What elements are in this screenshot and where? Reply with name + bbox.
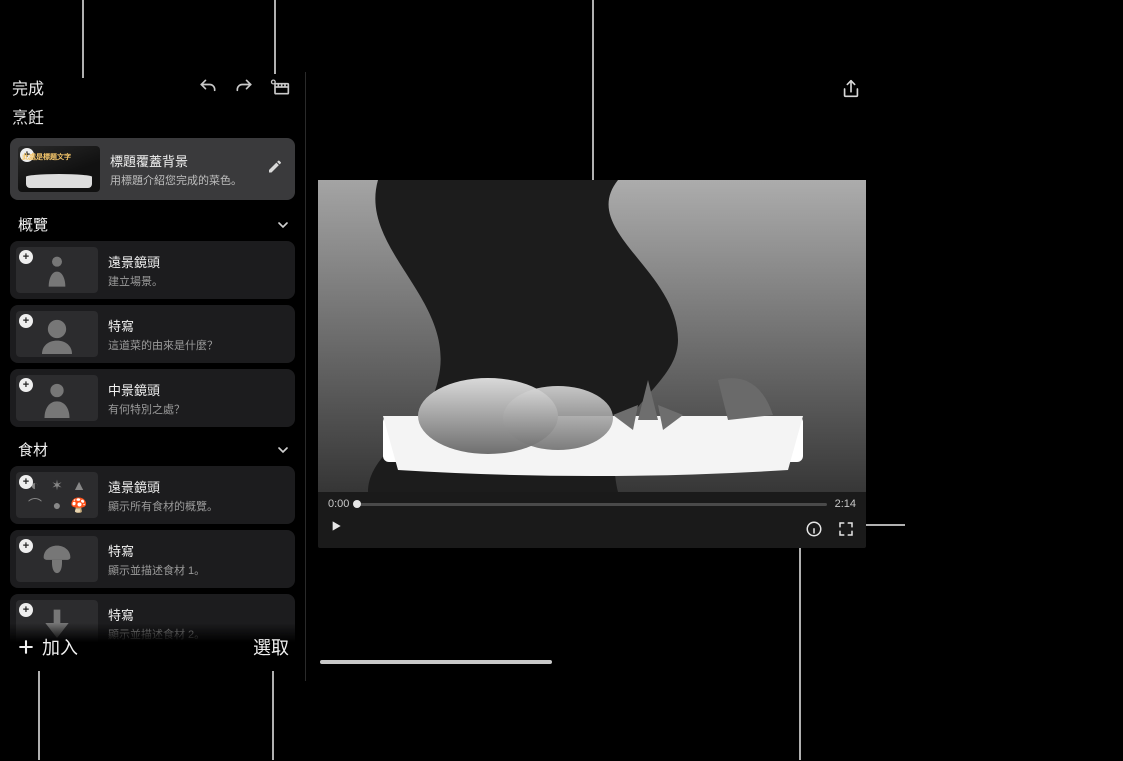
clip-thumbnail: + ◐✶▲ ⌒●🍄 xyxy=(16,472,98,518)
add-storyboard-clip-button[interactable] xyxy=(267,74,293,100)
select-button[interactable]: 選取 xyxy=(253,634,289,660)
clip-title: 特寫 xyxy=(108,541,289,560)
clip-subtitle: 這道菜的由來是什麼？ xyxy=(108,337,289,353)
clip-thumbnail: + xyxy=(16,247,98,293)
callout-line xyxy=(274,0,276,74)
undo-icon xyxy=(198,77,218,97)
silhouette-closeup-icon xyxy=(35,314,79,354)
preview-stage[interactable] xyxy=(318,180,866,492)
share-button[interactable] xyxy=(840,78,868,106)
preview-controls: 0:00 2:14 xyxy=(318,492,866,548)
shot-list-panel: 完成 烹飪 + 此處是標題文字 標題覆蓋背景 xyxy=(0,68,305,681)
mushroom-icon xyxy=(35,539,79,579)
callout-line xyxy=(82,0,84,78)
expand-icon xyxy=(837,520,855,538)
section-header-overview[interactable]: 概覽 xyxy=(10,208,295,241)
preview-illustration xyxy=(318,180,866,492)
fullscreen-button[interactable] xyxy=(836,519,856,539)
add-media-badge[interactable]: + xyxy=(19,475,33,489)
project-title: 烹飪 xyxy=(0,104,305,138)
clip-title: 特寫 xyxy=(108,605,289,624)
plus-icon xyxy=(16,637,36,657)
play-icon xyxy=(328,518,344,534)
scrubber-track[interactable] xyxy=(357,503,826,506)
clip-title: 特寫 xyxy=(108,316,289,335)
title-cover-info: 標題覆蓋背景 用標題介紹您完成的菜色。 xyxy=(110,151,287,188)
clip-title: 遠景鏡頭 xyxy=(108,477,289,496)
callout-line xyxy=(799,538,801,760)
add-media-badge[interactable]: + xyxy=(19,539,33,553)
chevron-down-icon xyxy=(275,442,291,458)
chevron-down-icon xyxy=(275,217,291,233)
play-button[interactable] xyxy=(328,518,344,539)
title-thumb-overlay: 此處是標題文字 xyxy=(22,152,71,162)
redo-icon xyxy=(234,77,254,97)
section-title: 概覽 xyxy=(18,214,48,235)
done-button[interactable]: 完成 xyxy=(12,75,44,99)
section-header-ingredients[interactable]: 食材 xyxy=(10,433,295,466)
clip-subtitle: 顯示所有食材的概覽。 xyxy=(108,498,289,514)
add-clip-icon xyxy=(270,77,290,97)
clip-subtitle: 有何特別之處？ xyxy=(108,401,289,417)
clip-row[interactable]: + 遠景鏡頭 建立場景。 xyxy=(10,241,295,299)
clip-list[interactable]: + 此處是標題文字 標題覆蓋背景 用標題介紹您完成的菜色。 概覽 + 遠景鏡頭 xyxy=(0,138,305,681)
title-cover-card[interactable]: + 此處是標題文字 標題覆蓋背景 用標題介紹您完成的菜色。 xyxy=(10,138,295,200)
add-media-badge[interactable]: + xyxy=(19,250,33,264)
add-media-badge[interactable]: + xyxy=(19,603,33,617)
clip-row[interactable]: + 特寫 這道菜的由來是什麼？ xyxy=(10,305,295,363)
silhouette-full-icon xyxy=(35,250,79,290)
clip-title: 中景鏡頭 xyxy=(108,380,289,399)
preview-player: 0:00 2:14 xyxy=(318,180,866,548)
clip-subtitle: 顯示並描述食材 1。 xyxy=(108,562,289,578)
clip-thumbnail: + xyxy=(16,375,98,421)
home-indicator xyxy=(320,660,552,664)
add-media-badge[interactable]: + xyxy=(19,378,33,392)
time-current: 0:00 xyxy=(328,498,349,510)
time-total: 2:14 xyxy=(835,498,856,510)
share-icon xyxy=(840,78,862,100)
clip-title: 遠景鏡頭 xyxy=(108,252,289,271)
clip-row[interactable]: + ◐✶▲ ⌒●🍄 遠景鏡頭 顯示所有食材的概覽。 xyxy=(10,466,295,524)
top-bar: 完成 xyxy=(0,68,305,104)
scrubber[interactable]: 0:00 2:14 xyxy=(328,496,856,512)
undo-button[interactable] xyxy=(195,74,221,100)
add-section-button[interactable]: 加入 xyxy=(16,634,78,660)
panel-divider xyxy=(305,72,306,681)
redo-button[interactable] xyxy=(231,74,257,100)
bottom-toolbar: 加入 選取 xyxy=(0,623,305,671)
clip-row[interactable]: + 中景鏡頭 有何特別之處？ xyxy=(10,369,295,427)
add-media-badge[interactable]: + xyxy=(19,314,33,328)
section-title: 食材 xyxy=(18,439,48,460)
ingredients-grid-icon: ◐✶▲ ⌒●🍄 xyxy=(25,476,89,514)
silhouette-medium-icon xyxy=(35,378,79,418)
clip-thumbnail: + xyxy=(16,536,98,582)
clip-info-button[interactable] xyxy=(804,519,824,539)
edit-title-button[interactable] xyxy=(267,159,283,180)
title-cover-thumbnail: + 此處是標題文字 xyxy=(18,146,100,192)
clip-row[interactable]: + 特寫 顯示並描述食材 1。 xyxy=(10,530,295,588)
callout-line xyxy=(592,0,594,195)
clip-subtitle: 建立場景。 xyxy=(108,273,289,289)
info-icon xyxy=(805,520,823,538)
add-label: 加入 xyxy=(42,634,78,660)
playhead[interactable] xyxy=(353,500,361,508)
pencil-icon xyxy=(267,159,283,175)
title-cover-subtitle: 用標題介紹您完成的菜色。 xyxy=(110,172,287,188)
clip-thumbnail: + xyxy=(16,311,98,357)
title-cover-title: 標題覆蓋背景 xyxy=(110,151,287,170)
